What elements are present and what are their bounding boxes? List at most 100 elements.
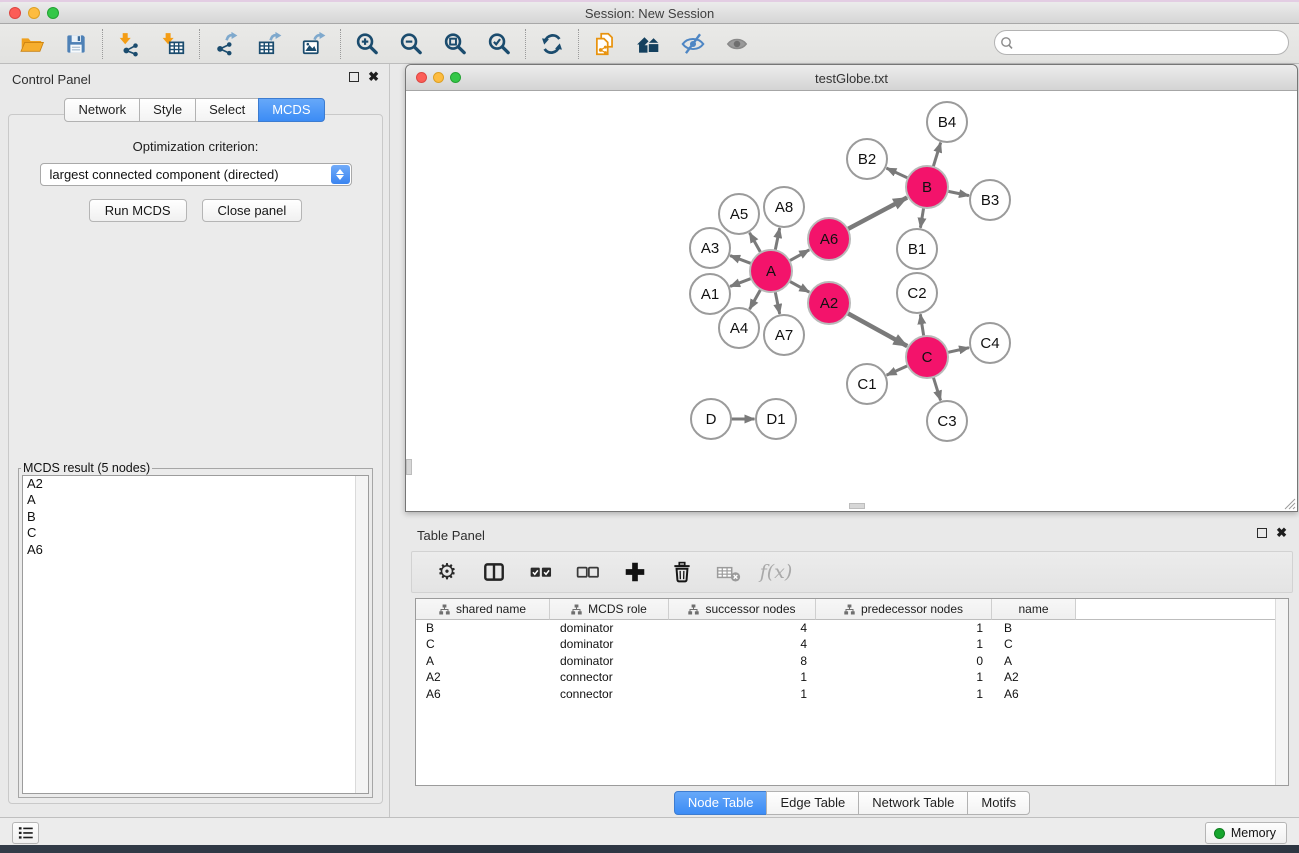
table-cell[interactable]: C	[416, 636, 550, 652]
zoom-selected-button[interactable]	[484, 29, 514, 59]
graph-node-C4[interactable]: C4	[970, 323, 1010, 363]
tab-style[interactable]: Style	[139, 98, 196, 122]
table-row[interactable]: Cdominator41C	[416, 636, 1288, 652]
tab-select[interactable]: Select	[195, 98, 259, 122]
table-cell[interactable]: 1	[816, 686, 992, 702]
run-mcds-button[interactable]: Run MCDS	[89, 199, 187, 222]
table-cell[interactable]: 1	[669, 669, 816, 685]
graph-node-A6[interactable]: A6	[808, 218, 850, 260]
export-network-button[interactable]	[211, 29, 241, 59]
graph-node-A2[interactable]: A2	[808, 282, 850, 324]
float-panel-icon[interactable]	[349, 72, 359, 82]
table-cell[interactable]: connector	[550, 669, 669, 685]
tab-node-table[interactable]: Node Table	[674, 791, 768, 815]
table-cell[interactable]: dominator	[550, 636, 669, 652]
double-house-button[interactable]	[634, 29, 664, 59]
column-header-successor-nodes[interactable]: successor nodes	[669, 599, 816, 620]
tab-mcds[interactable]: MCDS	[258, 98, 324, 122]
add-column-button[interactable]	[622, 559, 648, 585]
table-cell[interactable]: dominator	[550, 653, 669, 669]
task-history-button[interactable]	[12, 822, 39, 844]
table-cell[interactable]: A	[416, 653, 550, 669]
graph-node-D[interactable]: D	[691, 399, 731, 439]
table-row[interactable]: Adominator80A	[416, 653, 1288, 669]
table-cell[interactable]: 1	[669, 686, 816, 702]
canvas-horizontal-scroll-indicator[interactable]	[849, 503, 865, 509]
table-cell[interactable]: 8	[669, 653, 816, 669]
table-cell[interactable]: dominator	[550, 620, 669, 636]
result-item[interactable]: A	[23, 492, 368, 508]
table-cell[interactable]: 1	[816, 620, 992, 636]
column-header-shared-name[interactable]: shared name	[416, 599, 550, 620]
network-document-button[interactable]	[590, 29, 620, 59]
table-cell[interactable]: 1	[816, 669, 992, 685]
close-panel-icon[interactable]: ✖	[368, 72, 379, 82]
eye-slash-button[interactable]	[678, 29, 708, 59]
tab-motifs[interactable]: Motifs	[967, 791, 1030, 815]
table-cell[interactable]: A6	[416, 686, 550, 702]
refresh-button[interactable]	[537, 29, 567, 59]
zoom-out-button[interactable]	[396, 29, 426, 59]
graph-node-C3[interactable]: C3	[927, 401, 967, 441]
import-table-button[interactable]	[158, 29, 188, 59]
result-item[interactable]: B	[23, 509, 368, 525]
table-cell[interactable]: connector	[550, 686, 669, 702]
network-canvas[interactable]: AA1A2A3A4A5A6A7A8BB1B2B3B4CC1C2C3C4DD1	[406, 91, 1297, 511]
result-item[interactable]: A6	[23, 542, 368, 558]
graph-node-A3[interactable]: A3	[690, 228, 730, 268]
table-cell[interactable]: A2	[416, 669, 550, 685]
table-cell[interactable]: 4	[669, 636, 816, 652]
result-item[interactable]: A2	[23, 476, 368, 492]
table-cell[interactable]: C	[992, 636, 1076, 652]
window-resize-grip[interactable]	[1281, 495, 1296, 510]
zoom-in-button[interactable]	[352, 29, 382, 59]
graph-node-A7[interactable]: A7	[764, 315, 804, 355]
table-row[interactable]: A6connector11A6	[416, 686, 1288, 702]
memory-button[interactable]: Memory	[1205, 822, 1287, 844]
graph-node-B[interactable]: B	[906, 166, 948, 208]
result-item[interactable]: C	[23, 525, 368, 541]
column-header-predecessor-nodes[interactable]: predecessor nodes	[816, 599, 992, 620]
graph-node-D1[interactable]: D1	[756, 399, 796, 439]
column-header-MCDS-role[interactable]: MCDS role	[550, 599, 669, 620]
table-cell[interactable]: 1	[816, 636, 992, 652]
export-table-button[interactable]	[255, 29, 285, 59]
table-scrollbar[interactable]	[1275, 599, 1288, 785]
tab-network-table[interactable]: Network Table	[858, 791, 968, 815]
graph-node-B2[interactable]: B2	[847, 139, 887, 179]
optimization-criterion-select[interactable]: largest connected component (directed)	[40, 163, 352, 186]
split-columns-button[interactable]	[481, 559, 507, 585]
graph-node-A[interactable]: A	[750, 250, 792, 292]
column-header-name[interactable]: name	[992, 599, 1076, 620]
select-all-button[interactable]	[528, 559, 554, 585]
export-image-button[interactable]	[299, 29, 329, 59]
search-input[interactable]	[1021, 35, 1276, 50]
graph-node-B3[interactable]: B3	[970, 180, 1010, 220]
graph-node-C[interactable]: C	[906, 336, 948, 378]
graph-node-C2[interactable]: C2	[897, 273, 937, 313]
table-settings-button[interactable]: ⚙	[434, 559, 460, 585]
graph-node-B1[interactable]: B1	[897, 229, 937, 269]
canvas-vertical-scroll-indicator[interactable]	[406, 459, 412, 475]
close-table-panel-icon[interactable]: ✖	[1276, 528, 1287, 538]
table-cell[interactable]: B	[416, 620, 550, 636]
open-file-button[interactable]	[17, 29, 47, 59]
delete-column-button[interactable]	[669, 559, 695, 585]
float-table-panel-icon[interactable]	[1257, 528, 1267, 538]
graph-node-A5[interactable]: A5	[719, 194, 759, 234]
deselect-all-button[interactable]	[575, 559, 601, 585]
graph-node-A1[interactable]: A1	[690, 274, 730, 314]
graph-node-B4[interactable]: B4	[927, 102, 967, 142]
zoom-fit-button[interactable]	[440, 29, 470, 59]
import-network-button[interactable]	[114, 29, 144, 59]
table-cell[interactable]: 4	[669, 620, 816, 636]
tab-edge-table[interactable]: Edge Table	[766, 791, 859, 815]
save-session-button[interactable]	[61, 29, 91, 59]
mcds-result-list[interactable]: A2ABCA6	[22, 475, 369, 794]
table-row[interactable]: A2connector11A2	[416, 669, 1288, 685]
close-panel-button[interactable]: Close panel	[202, 199, 303, 222]
result-list-scrollbar[interactable]	[355, 476, 368, 793]
table-row[interactable]: Bdominator41B	[416, 620, 1288, 636]
tab-network[interactable]: Network	[64, 98, 140, 122]
graph-node-C1[interactable]: C1	[847, 364, 887, 404]
